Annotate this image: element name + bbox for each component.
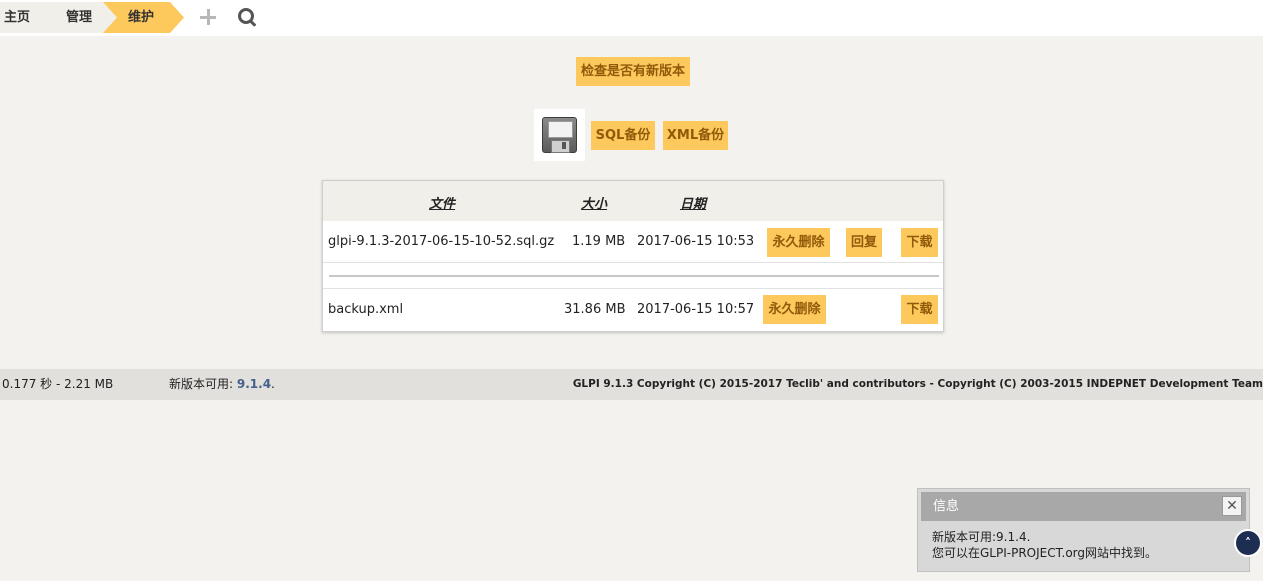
floppy-disk-graphic — [542, 117, 577, 153]
copyright-link[interactable]: GLPI 9.1.3 Copyright (C) 2015-2017 Tecli… — [573, 369, 1263, 400]
row-separator — [323, 262, 943, 263]
info-dialog: 信息 ✕ 新版本可用:9.1.4. 您可以在GLPI-PROJECT.org网站… — [917, 488, 1250, 572]
dialog-line-2: 您可以在GLPI-PROJECT.org网站中找到。 — [932, 546, 1158, 560]
floppy-slot — [562, 142, 566, 149]
column-header-date[interactable]: 日期 — [680, 193, 706, 212]
file-size-cell: 1.19 MB — [572, 234, 626, 249]
page-footer: 0.177 秒 - 2.21 MB 新版本可用: 9.1.4. GLPI 9.1… — [0, 369, 1263, 400]
table-header: 文件 大小 日期 — [323, 181, 943, 221]
file-name-cell: backup.xml — [328, 302, 404, 317]
row-separator — [323, 288, 943, 289]
breadcrumb: 主页 管理 维护 — [0, 0, 1263, 36]
restore-button[interactable]: 回复 — [846, 228, 882, 257]
file-date-cell: 2017-06-15 10:53 — [637, 234, 755, 249]
xml-backup-button[interactable]: XML备份 — [663, 121, 728, 150]
new-version-suffix: . — [271, 377, 275, 391]
dialog-title: 信息 — [933, 499, 960, 514]
new-version-notice: 新版本可用: 9.1.4. — [169, 369, 275, 400]
delete-permanently-button[interactable]: 永久删除 — [767, 228, 830, 257]
close-icon[interactable]: ✕ — [1222, 496, 1242, 516]
new-version-link[interactable]: 9.1.4 — [237, 377, 271, 391]
plus-icon[interactable] — [197, 6, 219, 28]
new-version-prefix: 新版本可用: — [169, 377, 234, 391]
floppy-label — [548, 121, 573, 138]
download-button[interactable]: 下载 — [901, 295, 938, 324]
render-timing: 0.177 秒 - 2.21 MB — [2, 377, 114, 391]
delete-permanently-button[interactable]: 永久删除 — [763, 295, 826, 324]
backup-file-table: 文件 大小 日期 glpi-9.1.3-2017-06-15-10-52.sql… — [322, 180, 944, 332]
floppy-disk-icon — [534, 109, 585, 161]
table-divider — [329, 275, 939, 277]
floppy-shutter — [551, 140, 570, 153]
dialog-message: 新版本可用:9.1.4. 您可以在GLPI-PROJECT.org网站中找到。 — [932, 529, 1157, 561]
column-header-file[interactable]: 文件 — [429, 193, 455, 212]
column-header-size[interactable]: 大小 — [581, 193, 607, 212]
check-new-version-button[interactable]: 检查是否有新版本 — [576, 57, 690, 86]
sql-backup-button[interactable]: SQL备份 — [591, 121, 655, 150]
download-button[interactable]: 下载 — [901, 228, 938, 257]
dialog-header[interactable]: 信息 ✕ — [921, 492, 1246, 521]
file-date-cell: 2017-06-15 10:57 — [637, 302, 755, 317]
search-icon[interactable] — [236, 6, 258, 28]
scroll-to-top-button[interactable]: ˄ — [1234, 529, 1262, 557]
file-size-cell: 31.86 MB — [564, 302, 626, 317]
file-name-cell: glpi-9.1.3-2017-06-15-10-52.sql.gz — [328, 234, 555, 249]
dialog-line-1: 新版本可用:9.1.4. — [932, 530, 1031, 544]
